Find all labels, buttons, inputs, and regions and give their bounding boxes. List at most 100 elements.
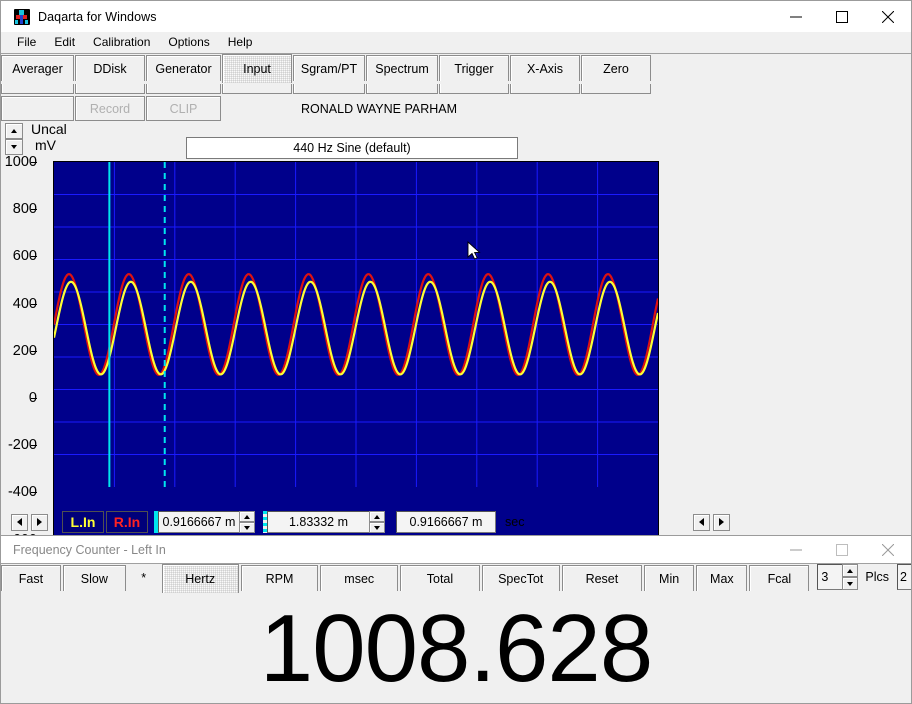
menu-edit[interactable]: Edit (45, 33, 84, 52)
minimize-icon[interactable] (773, 1, 819, 32)
channel-left-in-button[interactable]: L.In (62, 511, 104, 533)
y-axis-labels: 10008006004002000-200-400-600-800-1000 (0, 155, 47, 641)
tab-generator[interactable]: Generator (146, 55, 221, 81)
tab-input[interactable]: Input (222, 54, 292, 83)
fc-tab-label: SpecTot (498, 571, 544, 586)
fc-tab-label: Fcal (767, 571, 792, 586)
daqarta-app-icon (14, 8, 30, 25)
fc-tab-fcal[interactable]: Fcal (749, 565, 810, 591)
tab-ddisk[interactable]: DDisk (75, 55, 145, 81)
tab-underbar-trigger[interactable] (439, 84, 509, 94)
cursor-b-stepper[interactable] (369, 511, 385, 533)
tab-trigger[interactable]: Trigger (439, 55, 509, 81)
close-icon[interactable] (865, 1, 911, 32)
fc-tab-label: Slow (80, 571, 108, 586)
menu-calibration[interactable]: Calibration (84, 33, 159, 52)
y-tick-mark (31, 256, 37, 258)
tab-underbar-x-axis[interactable] (510, 84, 580, 94)
tab-label: Generator (155, 61, 212, 76)
cursor-prev-button[interactable] (11, 513, 28, 531)
tab-averager[interactable]: Averager (1, 55, 74, 81)
tab-underbar-spectrum[interactable] (366, 84, 438, 94)
scroll-left-button[interactable] (693, 513, 711, 531)
fc-tab-label: Hertz (185, 572, 216, 586)
title-bar: Daqarta for Windows (1, 1, 911, 32)
fc-tab-label: Min (659, 571, 680, 586)
fc-tab-min[interactable]: Min (643, 565, 695, 591)
cursor-a-stepper-down[interactable] (239, 522, 255, 533)
places-stepper[interactable] (842, 564, 859, 590)
close-icon[interactable] (865, 536, 911, 563)
y-tick-mark (31, 445, 37, 447)
places-label: Plcs (865, 570, 889, 584)
fc-tab--[interactable]: * (128, 565, 160, 591)
record-button[interactable]: Record (75, 96, 145, 121)
y-tick-mark (31, 398, 37, 399)
fc-tab-rpm[interactable]: RPM (240, 565, 319, 591)
tab-label: Spectrum (375, 61, 429, 76)
cursor-a-value[interactable]: 0.9166667 m (158, 511, 240, 533)
cursor-b-value[interactable]: 1.83332 m (267, 511, 370, 533)
cursor-delta-value[interactable]: 0.9166667 m (396, 511, 496, 533)
window-controls (773, 1, 911, 32)
fc-tab-slow[interactable]: Slow (62, 565, 126, 591)
tab-underbar-ddisk[interactable] (75, 84, 145, 94)
places-stepper-up[interactable] (842, 564, 859, 577)
tab-underbar-averager[interactable] (1, 84, 74, 94)
fc-tab-max[interactable]: Max (696, 565, 748, 591)
status-box[interactable] (1, 96, 74, 121)
extra-value[interactable]: 2 (896, 564, 911, 590)
tab-label: DDisk (93, 61, 127, 76)
tab-spectrum[interactable]: Spectrum (366, 55, 438, 81)
registered-owner: RONALD WAYNE PARHAM (301, 101, 458, 116)
cursor-b-stepper-down[interactable] (369, 522, 385, 533)
frequency-counter-tab-strip: Fast Slow * Hertz RPM msec Total SpecTot Reset Mi… (1, 563, 911, 594)
minimize-icon[interactable] (773, 536, 819, 563)
fc-tab-total[interactable]: Total (400, 565, 480, 591)
maximize-icon[interactable] (819, 536, 865, 563)
cursor-unit-label: sec (505, 515, 525, 529)
tab-underbar-input[interactable] (222, 84, 292, 94)
tab-label: Trigger (454, 61, 494, 76)
cursor-a-stepper[interactable] (239, 511, 255, 533)
maximize-icon[interactable] (819, 1, 865, 32)
gain-stepper-up[interactable] (5, 123, 23, 139)
fc-tab-msec[interactable]: msec (320, 565, 399, 591)
fc-tab-hertz[interactable]: Hertz (161, 564, 239, 593)
uncal-units-label: Uncal mV (31, 121, 67, 153)
channel-right-in-button[interactable]: R.In (106, 511, 148, 533)
fc-tab-spectot[interactable]: SpecTot (481, 565, 560, 591)
gain-stepper[interactable] (5, 123, 23, 155)
fc-tab-label: * (141, 571, 147, 585)
scroll-right-button[interactable] (713, 513, 731, 531)
gain-stepper-down[interactable] (5, 139, 23, 155)
fc-tab-reset[interactable]: Reset (561, 565, 642, 591)
uncal-line2: mV (35, 137, 56, 153)
cursor-a-stepper-up[interactable] (239, 511, 255, 522)
menu-help[interactable]: Help (219, 33, 262, 52)
mouse-cursor-icon (467, 240, 481, 260)
places-stepper-down[interactable] (842, 577, 859, 590)
menu-file[interactable]: File (8, 33, 45, 52)
cursor-control-bar: L.In R.In 0.9166667 m 1.83332 m 0.916666… (1, 509, 911, 535)
tab-underbar-zero[interactable] (581, 84, 651, 94)
cursor-b-stepper-up[interactable] (369, 511, 385, 522)
places-value[interactable]: 3 (817, 564, 844, 590)
uncal-line1: Uncal (31, 121, 67, 137)
y-tick-mark (31, 350, 37, 352)
menu-options[interactable]: Options (159, 33, 218, 52)
tab-underbar-sgram-pt[interactable] (293, 84, 365, 94)
fc-tab-label: Max (710, 571, 734, 586)
clip-button[interactable]: CLIP (146, 96, 221, 121)
tab-underbar-generator[interactable] (146, 84, 221, 94)
frequency-readout: 1008.628 (259, 594, 653, 702)
daqarta-main-window: Daqarta for Windows File Edit Calibratio… (0, 0, 912, 655)
tab-x-axis[interactable]: X-Axis (510, 55, 580, 81)
tab-zero[interactable]: Zero (581, 55, 651, 81)
fc-tab-fast[interactable]: Fast (1, 565, 61, 591)
tab-sgram-pt[interactable]: Sgram/PT (293, 55, 365, 81)
fc-tab-label: Fast (18, 571, 44, 586)
tab-label: Sgram/PT (300, 61, 358, 76)
places-group: 3 Plcs 2 (817, 564, 911, 590)
cursor-next-button[interactable] (31, 513, 48, 531)
